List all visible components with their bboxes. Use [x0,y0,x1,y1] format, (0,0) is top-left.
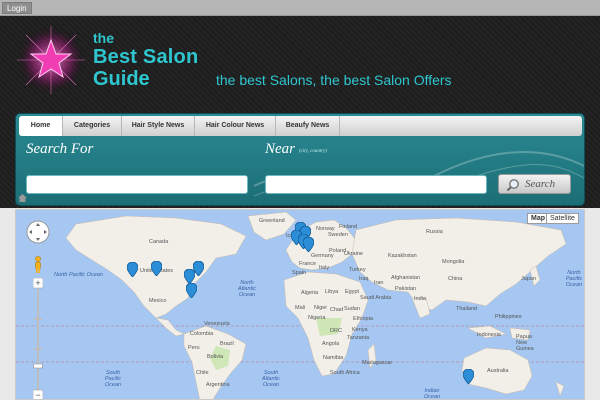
nav-categories[interactable]: Categories [63,116,122,136]
zoom-control[interactable]: + − [33,278,43,400]
label-iran: Iran [374,280,384,286]
label-ukraine: Ukraine [344,251,363,257]
search-panel: Home Categories Hair Style News Hair Col… [15,113,585,206]
label-namibia: Namibia [323,355,344,361]
label-saudi-arabia: Saudi Arabia [360,295,392,301]
label-drc: DRC [330,328,342,334]
label-north-pacific-ocean-east: North Pacific Ocean [565,270,583,288]
label-argentina: Argentina [206,382,230,388]
search-button[interactable]: Search [498,174,571,194]
label-turkey: Turkey [349,267,366,273]
street-view-pegman-icon[interactable] [33,256,43,274]
label-philippines: Philippines [495,314,522,320]
label-algeria: Algeria [301,290,319,296]
label-niger: Niger [314,305,328,311]
search-for-input[interactable] [26,175,248,194]
label-china: China [448,276,463,282]
label-sudan: Sudan [344,306,360,312]
label-australia: Australia [487,368,509,374]
nav-hair-style-news[interactable]: Hair Style News [122,116,195,136]
label-peru: Peru [188,345,200,351]
home-icon[interactable] [18,194,27,202]
label-mali: Mali [295,305,306,311]
salon-marker[interactable] [127,262,138,277]
label-russia: Russia [426,229,443,235]
label-madagascar: Madagascar [362,360,393,366]
label-tanzania: Tanzania [347,335,370,341]
search-for-label: Search For [26,141,94,157]
label-japan: Japan [521,276,536,282]
magnifier-icon [506,179,519,192]
label-chile: Chile [196,370,209,376]
decorative-wave [254,151,584,197]
label-france: France [299,261,317,267]
label-mexico: Mexico [149,298,167,304]
label-iraq: Iraq [359,276,369,282]
nav-hair-colour-news[interactable]: Hair Colour News [195,116,276,136]
site-tagline: the best Salons, the best Salon Offers [216,72,452,88]
near-input[interactable] [265,175,487,194]
label-canada: Canada [149,239,169,245]
label-nigeria: Nigeria [308,315,326,321]
salon-map[interactable]: North Pacific Ocean North Atlantic Ocean… [15,209,585,400]
label-chad: Chad [330,307,344,313]
search-button-label: Search [525,178,556,190]
label-thailand: Thailand [456,306,478,312]
svg-text:+: + [35,278,40,288]
top-bar: Login [0,0,600,16]
salon-marker[interactable] [193,261,204,276]
label-kenya: Kenya [352,327,368,333]
label-kazakhstan: Kazakhstan [388,253,417,259]
label-north-pacific-ocean: North Pacific Ocean [54,272,103,278]
label-egypt: Egypt [345,289,360,295]
salon-marker[interactable] [463,369,474,384]
star-logo-icon[interactable] [16,24,86,94]
label-colombia: Colombia [190,331,214,337]
label-papua-new-guinea: Papua New Guinea [516,334,534,352]
label-south-pacific-ocean: South Pacific Ocean [104,370,122,388]
logo-text-line2: Guide [93,68,150,90]
label-north-atlantic-ocean: North Atlantic Ocean [237,280,257,298]
label-afghanistan: Afghanistan [391,275,421,281]
label-greenland: Greenland [259,218,285,224]
label-south-atlantic-ocean: South Atlantic Ocean [261,370,281,388]
nav-home[interactable]: Home [19,116,63,136]
near-label: Near [265,141,295,157]
label-venezuela: Venezuela [204,321,230,327]
logo-text-line1: Best Salon [93,46,199,68]
label-india: India [414,296,426,302]
logo-text-the: the [93,30,114,46]
salon-marker[interactable] [303,237,314,252]
near-hint: (city, country) [299,149,328,154]
label-libya: Libya [325,289,339,295]
label-indonesia: Indonesia [477,332,501,338]
label-indian-ocean: Indian Ocean [423,388,441,400]
label-finland: Finland [339,224,358,230]
label-angola: Angola [322,341,340,347]
main-nav: Home Categories Hair Style News Hair Col… [19,116,582,136]
salon-marker[interactable] [151,261,162,276]
label-italy: Italy [319,265,330,271]
label-spain: Spain [292,270,307,276]
svg-text:−: − [35,390,40,400]
label-brazil: Brazil [220,341,234,347]
site-header: the Best Salon Guide the best Salons, th… [0,16,600,208]
label-mongolia: Mongolia [442,259,465,265]
label-pakistan: Pakistan [395,286,417,292]
map-type-satellite-button[interactable]: Satellite [546,213,579,224]
login-button[interactable]: Login [2,2,32,14]
nav-beaufy-news[interactable]: Beaufy News [276,116,340,136]
label-bolivia: Bolivia [207,354,224,360]
label-ethiopia: Ethiopia [353,316,373,322]
salon-marker[interactable] [186,283,197,298]
pan-control[interactable] [26,220,50,244]
label-sweden: Sweden [328,232,348,238]
label-south-africa: South Africa [330,370,360,376]
